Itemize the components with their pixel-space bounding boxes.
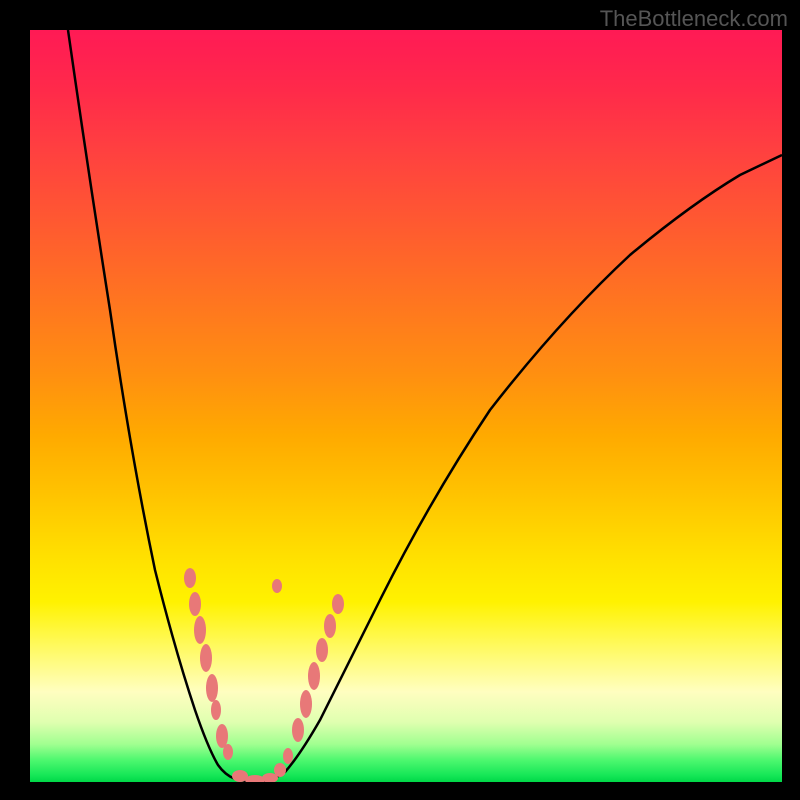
data-point-3: [200, 644, 212, 672]
curve-group: [68, 30, 782, 781]
data-point-7: [223, 744, 233, 760]
data-point-12: [283, 748, 293, 764]
data-point-13: [292, 718, 304, 742]
data-point-16: [316, 638, 328, 662]
marker-group: [184, 568, 344, 782]
data-point-1: [189, 592, 201, 616]
data-point-17: [324, 614, 336, 638]
data-point-2: [194, 616, 206, 644]
curve-right-curve: [265, 155, 782, 781]
data-point-5: [211, 700, 221, 720]
chart-svg: [30, 30, 782, 782]
watermark-text: TheBottleneck.com: [600, 6, 788, 32]
data-point-6: [216, 724, 228, 748]
data-point-4: [206, 674, 218, 702]
chart-gradient-background: [30, 30, 782, 782]
data-point-9: [245, 775, 265, 782]
data-point-0: [184, 568, 196, 588]
data-point-18: [332, 594, 344, 614]
data-point-11: [274, 763, 286, 777]
data-point-15: [308, 662, 320, 690]
data-point-14: [300, 690, 312, 718]
data-point-19: [272, 579, 282, 593]
curve-left-curve: [68, 30, 245, 781]
